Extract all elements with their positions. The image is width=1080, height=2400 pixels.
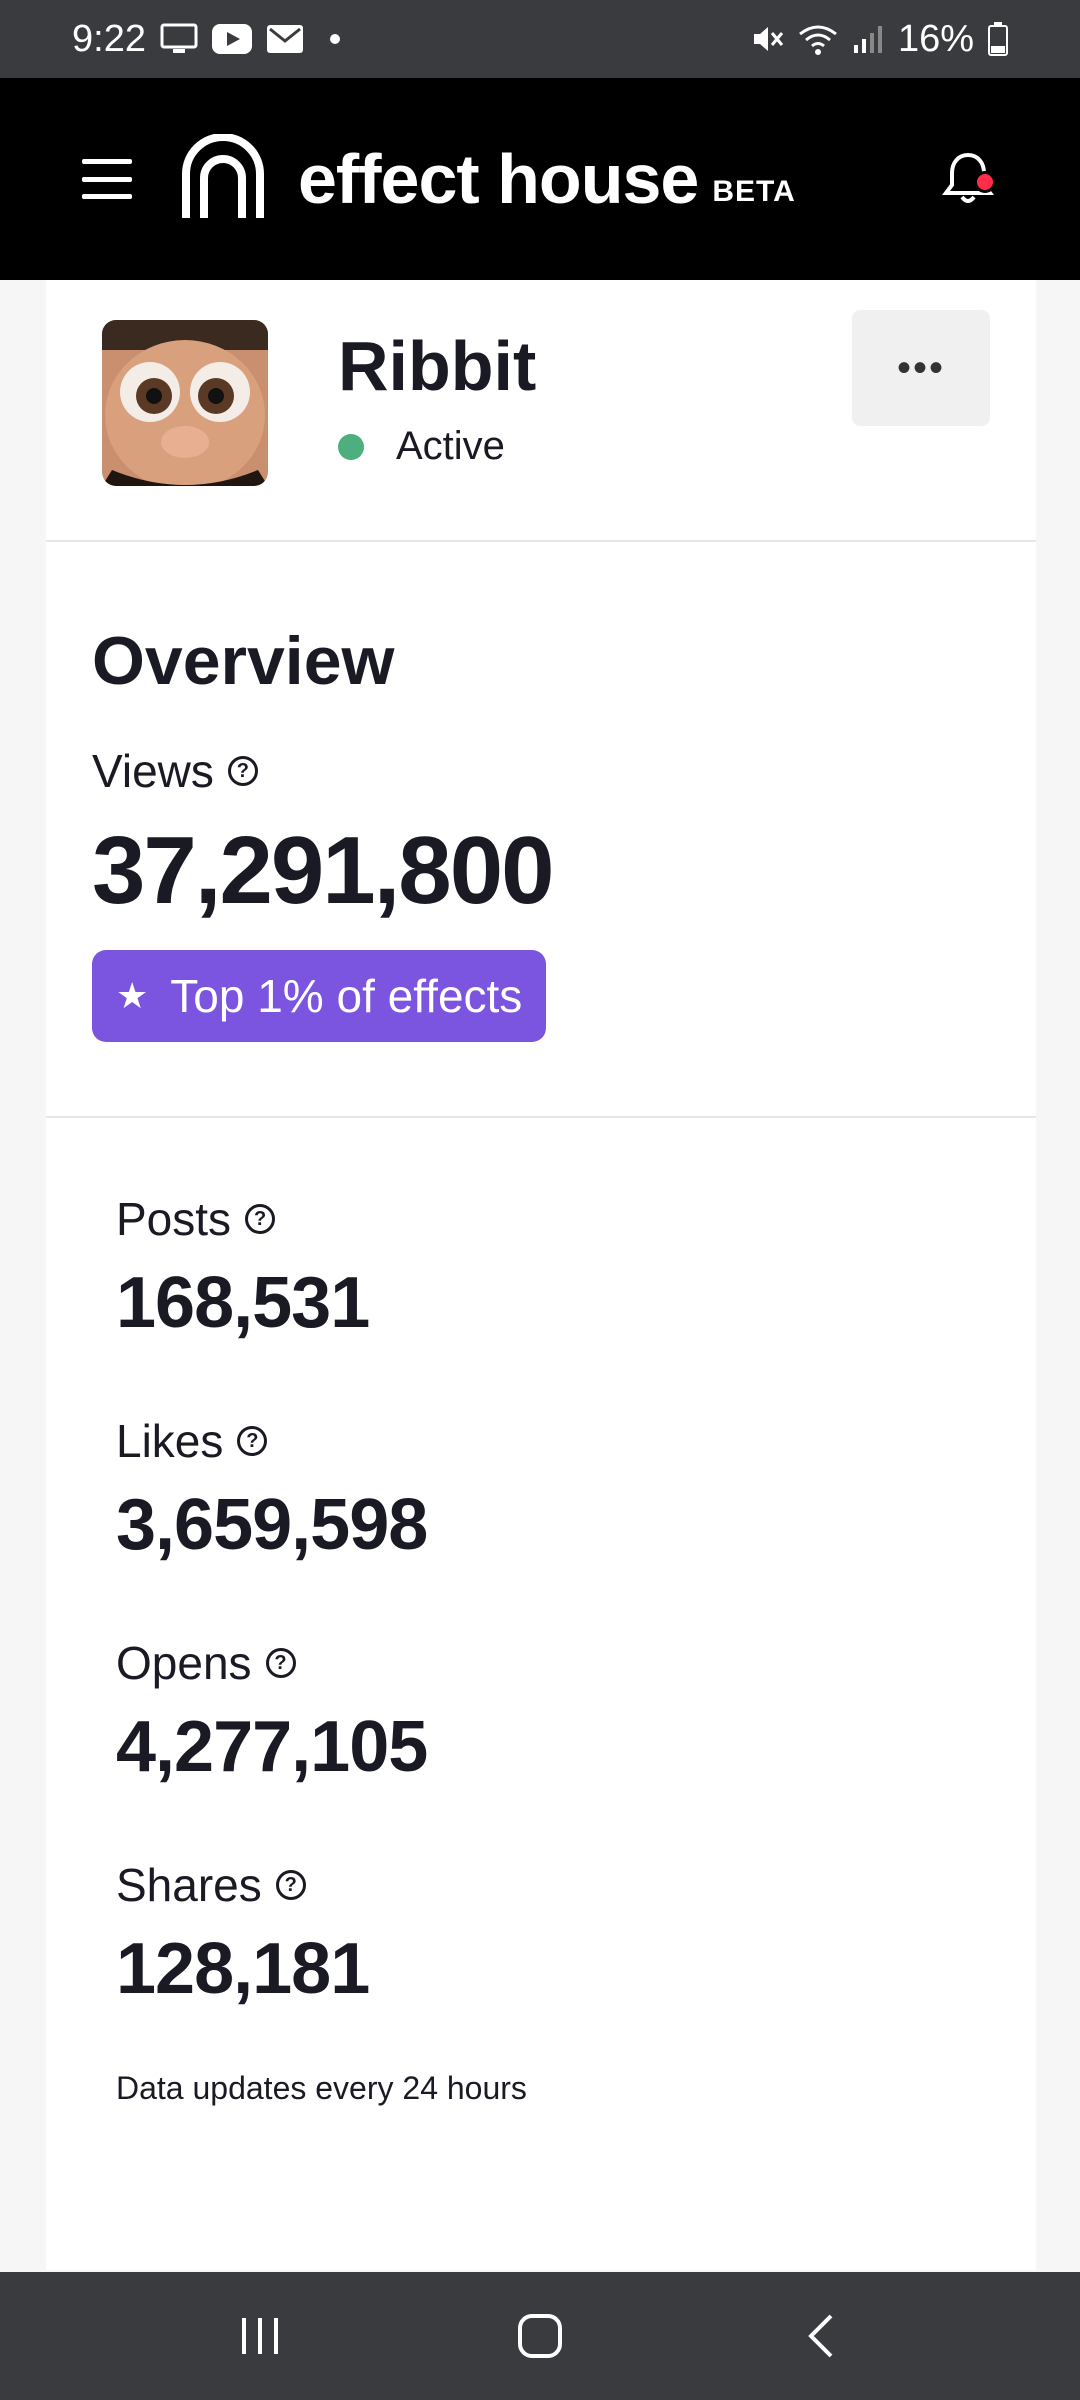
home-icon[interactable] (500, 2296, 580, 2376)
overview-section: Overview Views ? 37,291,800 ★ Top 1% of … (46, 542, 1036, 1118)
battery-percent: 16% (897, 17, 974, 60)
monitor-icon (160, 23, 198, 55)
stat-value: 4,277,105 (116, 1707, 428, 1787)
stat-opens: Opens ? 4,277,105 (116, 1636, 1036, 1788)
status-dot-icon (338, 433, 364, 460)
shares-help-icon[interactable]: ? (275, 1870, 306, 1900)
signal-icon (852, 23, 884, 55)
logo-arch-icon (180, 132, 266, 225)
effect-header: Ribbit Active ••• (46, 280, 1036, 542)
star-icon: ★ (116, 975, 149, 1016)
logo-text: effect house (298, 140, 699, 218)
system-nav-bar (0, 2272, 1080, 2400)
more-options-button[interactable]: ••• (852, 310, 990, 426)
app-header: effect house BETA (0, 78, 1080, 280)
stat-label: Likes (116, 1415, 224, 1467)
overview-title: Overview (92, 623, 395, 699)
opens-help-icon[interactable]: ? (265, 1648, 296, 1678)
stat-value: 168,531 (116, 1263, 370, 1343)
stat-label: Posts (116, 1193, 232, 1245)
views-label: Views ? (92, 744, 1036, 798)
effect-status: Active (338, 424, 536, 469)
posts-help-icon[interactable]: ? (245, 1204, 276, 1234)
views-value: 37,291,800 (92, 817, 554, 924)
stats-section: Posts ? 168,531 Likes ? 3,659,598 Opens … (46, 1118, 1036, 2107)
top-percent-badge: ★ Top 1% of effects (92, 950, 547, 1042)
stat-value: 3,659,598 (116, 1485, 428, 1565)
stat-value: 128,181 (116, 1929, 370, 2009)
views-label-text: Views (92, 745, 214, 797)
effect-thumbnail[interactable] (102, 320, 268, 486)
effect-name: Ribbit (338, 327, 537, 405)
effect-house-logo[interactable]: effect house BETA (180, 132, 796, 225)
notification-badge (974, 171, 996, 193)
status-bar: 9:22 16% (0, 0, 1080, 78)
mail-icon (266, 24, 304, 54)
notification-dot-icon (329, 34, 340, 44)
stat-likes: Likes ? 3,659,598 (116, 1414, 1036, 1566)
stat-posts: Posts ? 168,531 (116, 1192, 1036, 1344)
badge-label: Top 1% of effects (170, 970, 523, 1022)
recent-apps-icon[interactable] (220, 2296, 300, 2376)
battery-icon (988, 22, 1008, 56)
status-time: 9:22 (72, 17, 146, 60)
stat-label: Shares (116, 1859, 262, 1911)
data-update-note: Data updates every 24 hours (116, 2070, 527, 2106)
youtube-icon (211, 24, 252, 54)
notification-bell-icon[interactable] (938, 149, 998, 209)
effect-detail-panel: Ribbit Active ••• Overview Views ? 37,29… (46, 280, 1036, 2270)
hamburger-menu-icon[interactable] (82, 159, 132, 199)
views-help-icon[interactable]: ? (227, 756, 258, 786)
mute-icon (750, 22, 784, 56)
status-label: Active (396, 424, 505, 468)
stat-shares: Shares ? 128,181 (116, 1858, 1036, 2010)
beta-label: BETA (712, 175, 796, 208)
wifi-icon (798, 22, 838, 56)
stat-label: Opens (116, 1637, 252, 1689)
back-icon[interactable] (780, 2296, 860, 2376)
likes-help-icon[interactable]: ? (237, 1426, 268, 1456)
